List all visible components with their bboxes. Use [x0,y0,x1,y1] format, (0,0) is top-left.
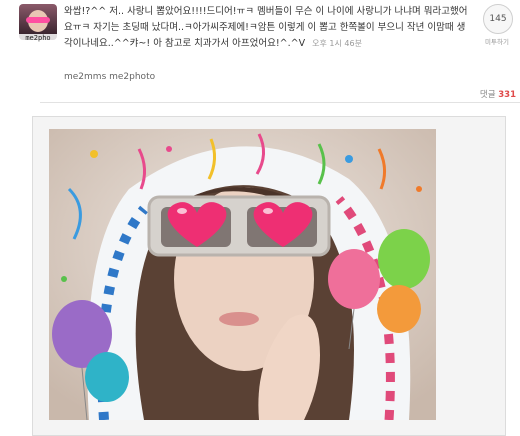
photo[interactable] [49,129,436,420]
avatar-caption: me2pho [19,34,57,43]
comment-link[interactable]: 댓글 331 [480,88,516,100]
balloon-icon [85,352,129,402]
me2day-label[interactable]: 미투하기 [476,36,518,46]
balloon-icon [377,285,421,333]
photo-illustration [49,129,436,420]
post-text: 와쌉!?^^ 저.. 사랑니 뽑았어요!!!!드디어!ㅠㅋ 멤버들이 무슨 이 … [64,4,474,52]
divider [40,102,520,103]
post-time[interactable]: 오후 1시 46분 [312,39,362,48]
comment-label: 댓글 [479,90,496,100]
post-source[interactable]: me2mms me2photo [64,72,155,82]
comment-count: 331 [498,90,516,100]
avatar-glasses [26,17,50,23]
post-body: 와쌉!?^^ 저.. 사랑니 뽑았어요!!!!드디어!ㅠㅋ 멤버들이 무슨 이 … [64,6,468,49]
me2day-button[interactable]: 145 [483,4,513,34]
